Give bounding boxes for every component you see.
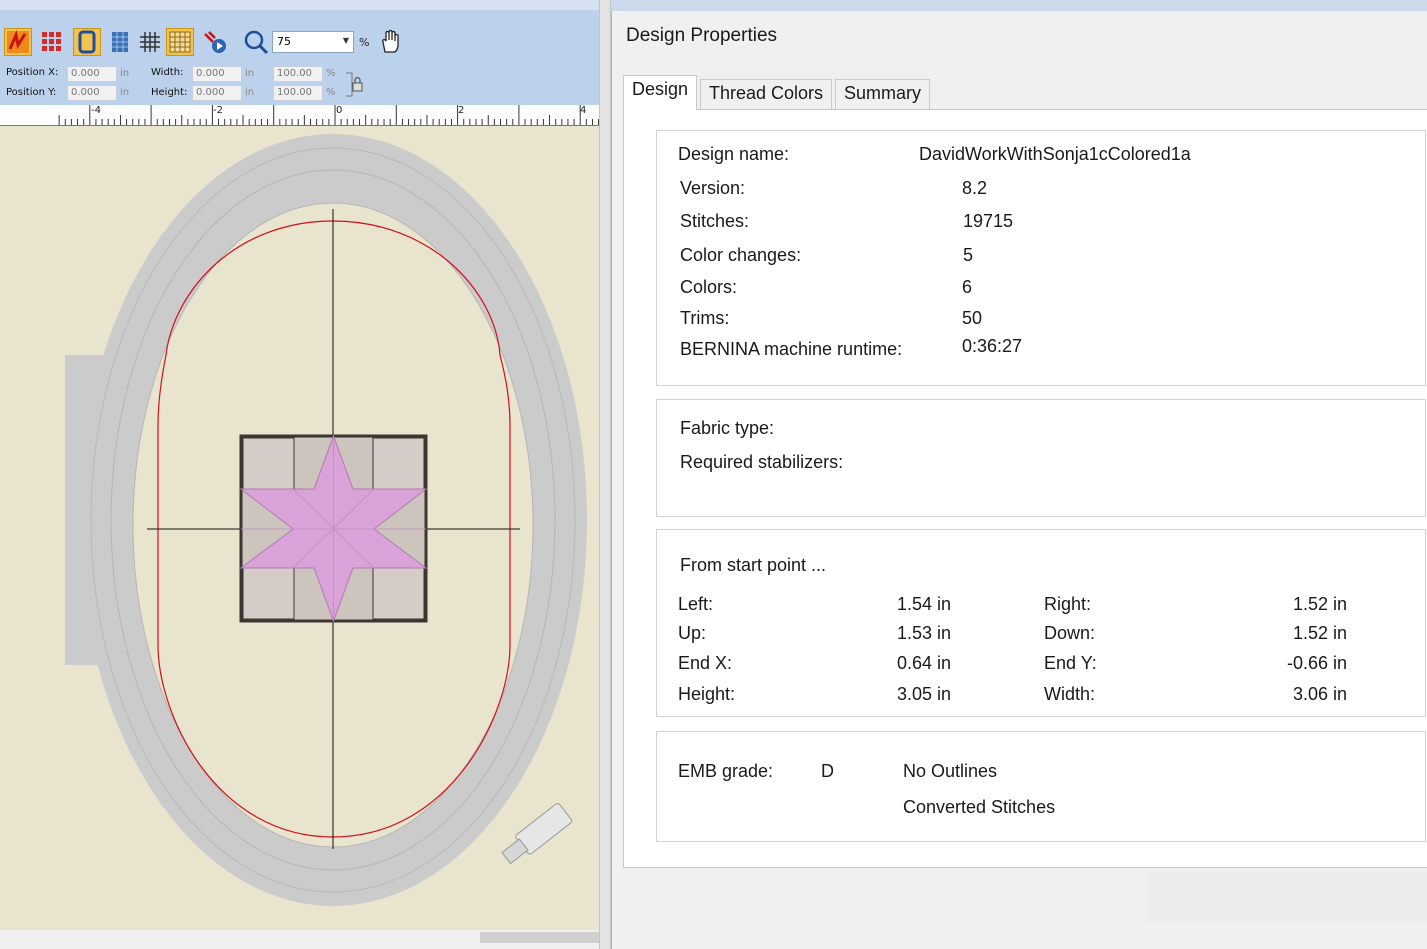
show-grid-icon[interactable] [106, 28, 134, 56]
runtime-label: BERNINA machine runtime: [680, 339, 903, 359]
position-y-unit: in [120, 87, 130, 98]
height-field[interactable]: 0.000 [192, 85, 242, 101]
menu-bar [0, 0, 600, 10]
design-properties-dialog: Design Properties Design Thread Colors S… [611, 11, 1427, 949]
zoom-value: 75 [277, 35, 291, 48]
design-tab-panel: Design name: DavidWorkWithSonja1cColored… [623, 109, 1427, 868]
height-percent-unit: % [326, 87, 336, 98]
trims-value: 50 [962, 308, 983, 328]
end-x-label: End X: [678, 653, 733, 673]
stitches-label: Stitches: [680, 211, 750, 231]
width-label: Width: [1044, 684, 1096, 704]
height-unit: in [245, 87, 255, 98]
design-name-value: DavidWorkWithSonja1cColored1a [919, 144, 1191, 164]
design-info-group: Design name: DavidWorkWithSonja1cColored… [656, 130, 1426, 386]
color-changes-label: Color changes: [680, 245, 802, 265]
ruler-label: 2 [458, 105, 465, 116]
ruler-label: -2 [213, 105, 223, 116]
start-point-heading: From start point ... [680, 555, 827, 575]
width-field[interactable]: 0.000 [192, 66, 242, 82]
tab-summary[interactable]: Summary [835, 79, 931, 109]
horizontal-scrollbar[interactable] [0, 930, 600, 949]
tab-design[interactable]: Design [623, 75, 698, 110]
position-x-label: Position X: [6, 67, 59, 78]
pan-hand-icon[interactable] [376, 28, 404, 56]
down-value: 1.52 in [1292, 623, 1347, 643]
colors-label: Colors: [680, 277, 738, 297]
tab-thread-colors[interactable]: Thread Colors [700, 79, 833, 109]
height-value: 3.05 in [896, 684, 951, 704]
up-label: Up: [678, 623, 707, 643]
height-percent-field[interactable]: 100.00 [273, 85, 323, 101]
position-y-field[interactable]: 0.000 [67, 85, 117, 101]
up-value: 1.53 in [896, 623, 951, 643]
emb-grade-value: D [821, 761, 834, 781]
scrollbar-thumb[interactable] [480, 932, 600, 943]
left-label: Left: [678, 594, 714, 614]
dialog-title: Design Properties [626, 25, 778, 46]
width-unit: in [245, 68, 255, 79]
width-percent-field[interactable]: 100.00 [273, 66, 323, 82]
embroidery-editor-pane: 75 ▼ % Position X: 0.000 in Position Y: … [0, 0, 600, 949]
zoom-icon[interactable] [242, 28, 270, 56]
ruler-label: 0 [336, 105, 343, 116]
quilt-star-design[interactable] [239, 434, 428, 623]
required-stabilizers-label: Required stabilizers: [680, 452, 844, 472]
position-x-field[interactable]: 0.000 [67, 66, 117, 82]
width-label: Width: [151, 67, 184, 78]
converted-stitches-note: Converted Stitches [903, 797, 1056, 817]
proportional-lock-icon[interactable] [344, 70, 366, 100]
down-label: Down: [1044, 623, 1096, 643]
runtime-value: 0:36:27 [962, 336, 1023, 356]
horizontal-ruler: -4 -2 0 2 4 [0, 105, 600, 126]
ruler-ticks [58, 105, 600, 125]
color-changes-value: 5 [963, 245, 974, 265]
trims-label: Trims: [680, 308, 730, 328]
width-percent-unit: % [326, 68, 336, 79]
emb-grade-label: EMB grade: [678, 761, 774, 781]
width-value: 3.06 in [1292, 684, 1347, 704]
show-stitches-icon[interactable] [38, 28, 66, 56]
version-value: 8.2 [962, 178, 988, 198]
fabric-type-label: Fabric type: [680, 418, 775, 438]
chevron-down-icon[interactable]: ▼ [343, 36, 349, 45]
slow-redraw-icon[interactable] [201, 28, 229, 56]
colors-value: 6 [962, 277, 973, 297]
position-y-label: Position Y: [6, 87, 57, 98]
ruler-label: 4 [580, 105, 587, 116]
end-y-value: -0.66 in [1286, 653, 1347, 673]
no-outlines-note: No Outlines [903, 761, 998, 781]
start-point-group: From start point ... Left: 1.54 in Right… [656, 529, 1426, 717]
dialog-footer [1147, 873, 1427, 921]
view-toolbar: 75 ▼ % Position X: 0.000 in Position Y: … [0, 10, 600, 106]
position-x-unit: in [120, 68, 130, 79]
stitches-value: 19715 [963, 211, 1014, 231]
end-x-value: 0.64 in [896, 653, 951, 673]
design-canvas[interactable] [0, 125, 600, 949]
height-label: Height: [678, 684, 736, 704]
zoom-unit: % [359, 36, 370, 49]
pane-splitter[interactable] [599, 0, 611, 949]
show-hoop-icon[interactable] [73, 28, 101, 56]
height-label: Height: [151, 87, 188, 98]
right-label: Right: [1044, 594, 1092, 614]
end-y-label: End Y: [1044, 653, 1097, 673]
show-ruler-icon[interactable] [166, 28, 194, 56]
zoom-combobox[interactable]: 75 ▼ [272, 31, 354, 53]
design-name-label: Design name: [678, 144, 790, 164]
grid-icon[interactable] [136, 28, 164, 56]
ruler-label: -4 [91, 105, 101, 116]
fabric-group: Fabric type: Required stabilizers: [656, 399, 1426, 517]
emb-grade-group: EMB grade: D No Outlines Converted Stitc… [656, 731, 1426, 842]
left-value: 1.54 in [896, 594, 951, 614]
right-value: 1.52 in [1292, 594, 1347, 614]
stitch-player-icon[interactable] [4, 28, 32, 56]
version-label: Version: [680, 178, 746, 198]
